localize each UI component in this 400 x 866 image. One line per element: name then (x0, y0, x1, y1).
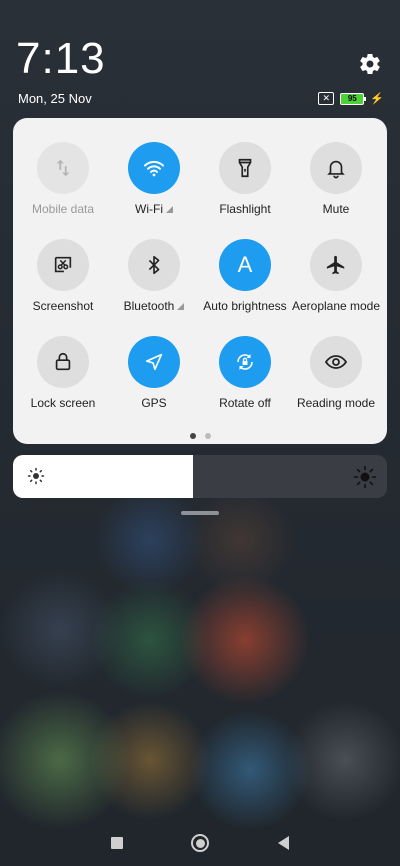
tile-label: Wi-Fi (135, 202, 163, 216)
tile-label: Mute (322, 202, 350, 216)
auto-brightness-glyph: A (237, 252, 253, 277)
tile-label: Rotate off (219, 396, 271, 410)
bluetooth-icon (128, 239, 180, 291)
tile-label: Flashlight (219, 202, 271, 216)
tile-rotate-off[interactable]: Rotate off (199, 336, 291, 426)
tile-label: Reading mode (296, 396, 376, 410)
recents-button[interactable] (102, 828, 132, 858)
tile-label: GPS (141, 396, 167, 410)
battery-icon: 95 (340, 92, 367, 105)
wifi-icon (128, 142, 180, 194)
eye-icon (310, 336, 362, 388)
brightness-high-icon (353, 465, 377, 489)
charging-icon: ⚡ (370, 93, 384, 105)
navigation-bar (0, 828, 400, 858)
tile-label: Bluetooth (123, 299, 175, 313)
drag-handle[interactable] (181, 511, 219, 515)
tile-gps[interactable]: GPS (108, 336, 200, 426)
tile-mute[interactable]: Mute (290, 142, 382, 232)
tile-label: Lock screen (30, 396, 96, 410)
rotate-lock-icon (219, 336, 271, 388)
auto-brightness-icon: A (219, 239, 271, 291)
settings-gear-icon[interactable] (358, 52, 382, 76)
location-arrow-icon (128, 336, 180, 388)
page-indicator (0, 433, 400, 439)
tile-reading-mode[interactable]: Reading mode (290, 336, 382, 426)
circle-icon (191, 834, 209, 852)
tile-auto-brightness[interactable]: A Auto brightness (199, 239, 291, 329)
no-sim-icon: ✕ (318, 92, 335, 105)
square-icon (111, 837, 123, 849)
lock-icon (37, 336, 89, 388)
status-icons: ✕ 95 ⚡ (318, 92, 384, 105)
tile-flashlight[interactable]: Flashlight (199, 142, 291, 232)
tile-label: Screenshot (32, 299, 94, 313)
tile-screenshot[interactable]: Screenshot (17, 239, 109, 329)
tile-label: Aeroplane mode (291, 299, 381, 313)
date: Mon, 25 Nov (18, 91, 92, 106)
flashlight-icon (219, 142, 271, 194)
home-button[interactable] (185, 828, 215, 858)
page-dot-1[interactable] (189, 433, 196, 439)
tile-lock-screen[interactable]: Lock screen (17, 336, 109, 426)
tile-mobile-data[interactable]: Mobile data (17, 142, 109, 232)
expand-corner-icon (177, 303, 185, 310)
battery-level: 95 (347, 93, 357, 103)
brightness-slider[interactable] (13, 455, 387, 498)
tile-bluetooth[interactable]: Bluetooth (108, 239, 200, 329)
clock: 7:13 (16, 34, 106, 83)
back-triangle-icon (277, 836, 289, 850)
page-dot-2[interactable] (204, 433, 211, 439)
tile-label: Auto brightness (203, 299, 287, 313)
mobile-data-icon (37, 142, 89, 194)
expand-corner-icon (165, 206, 173, 213)
tile-wifi[interactable]: Wi-Fi (108, 142, 200, 232)
quick-settings-panel: Mobile data Wi-Fi Flashlight Mute Screen… (13, 118, 387, 444)
airplane-icon (310, 239, 362, 291)
brightness-low-icon (27, 467, 45, 485)
screenshot-icon (37, 239, 89, 291)
tile-aeroplane-mode[interactable]: Aeroplane mode (290, 239, 382, 329)
back-button[interactable] (268, 828, 298, 858)
bell-icon (310, 142, 362, 194)
tile-label: Mobile data (31, 202, 95, 216)
